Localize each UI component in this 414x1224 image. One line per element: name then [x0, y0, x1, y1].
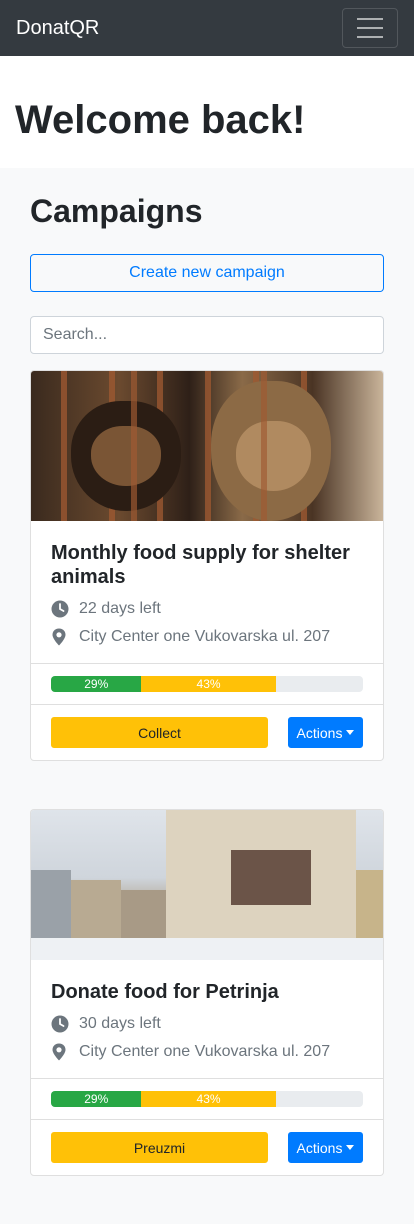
navbar: DonatQR: [0, 0, 414, 56]
time-left-row: 30 days left: [51, 1010, 363, 1038]
card-body: Donate food for Petrinja 30 days left Ci…: [31, 960, 383, 1078]
time-left-row: 22 days left: [51, 595, 363, 623]
actions-label: Actions: [296, 1139, 343, 1156]
campaign-image-petrinja: [31, 810, 383, 961]
progress-bar: 29% 43%: [51, 1091, 363, 1108]
welcome-heading: Welcome back!: [15, 98, 306, 142]
map-pin-icon: [51, 1043, 79, 1061]
campaign-image-shelter-dogs: [31, 371, 383, 522]
campaigns-heading: Campaigns: [30, 193, 203, 229]
create-campaign-button[interactable]: Create new campaign: [30, 254, 384, 293]
progress-pending: 43%: [141, 676, 276, 693]
progress-bar: 29% 43%: [51, 676, 363, 693]
caret-down-icon: [346, 730, 355, 736]
progress-collected: 29%: [51, 1091, 142, 1108]
campaigns-section: Campaigns Create new campaign Monthly fo…: [0, 168, 414, 1177]
time-left-text: 30 days left: [79, 1015, 161, 1033]
brand-link[interactable]: DonatQR: [16, 17, 99, 40]
actions-label: Actions: [296, 724, 343, 741]
campaign-title: Monthly food supply for shelter animals: [51, 542, 350, 589]
actions-dropdown-button[interactable]: Actions: [288, 1132, 363, 1164]
progress-section: 29% 43%: [31, 1078, 383, 1119]
search-input[interactable]: [30, 316, 384, 355]
clock-icon: [51, 1015, 79, 1033]
location-text: City Center one Vukovarska ul. 207: [79, 628, 331, 646]
actions-dropdown-button[interactable]: Actions: [288, 717, 363, 749]
progress-collected: 29%: [51, 676, 142, 693]
campaign-card: Monthly food supply for shelter animals …: [30, 370, 384, 762]
clock-icon: [51, 600, 79, 618]
location-row: City Center one Vukovarska ul. 207: [51, 623, 363, 651]
progress-section: 29% 43%: [31, 663, 383, 704]
hamburger-menu-icon[interactable]: [342, 8, 398, 48]
campaign-card: Donate food for Petrinja 30 days left Ci…: [30, 809, 384, 1177]
location-text: City Center one Vukovarska ul. 207: [79, 1043, 331, 1061]
card-body: Monthly food supply for shelter animals …: [31, 521, 383, 663]
preuzmi-button[interactable]: Preuzmi: [51, 1132, 268, 1164]
location-row: City Center one Vukovarska ul. 207: [51, 1038, 363, 1066]
card-footer: Collect Actions: [31, 704, 383, 760]
welcome-banner: Welcome back!: [0, 56, 414, 168]
campaign-title: Donate food for Petrinja: [51, 981, 279, 1004]
map-pin-icon: [51, 628, 79, 646]
caret-down-icon: [346, 1145, 355, 1151]
collect-button[interactable]: Collect: [51, 717, 268, 749]
progress-pending: 43%: [141, 1091, 276, 1108]
card-footer: Preuzmi Actions: [31, 1119, 383, 1175]
time-left-text: 22 days left: [79, 600, 161, 618]
